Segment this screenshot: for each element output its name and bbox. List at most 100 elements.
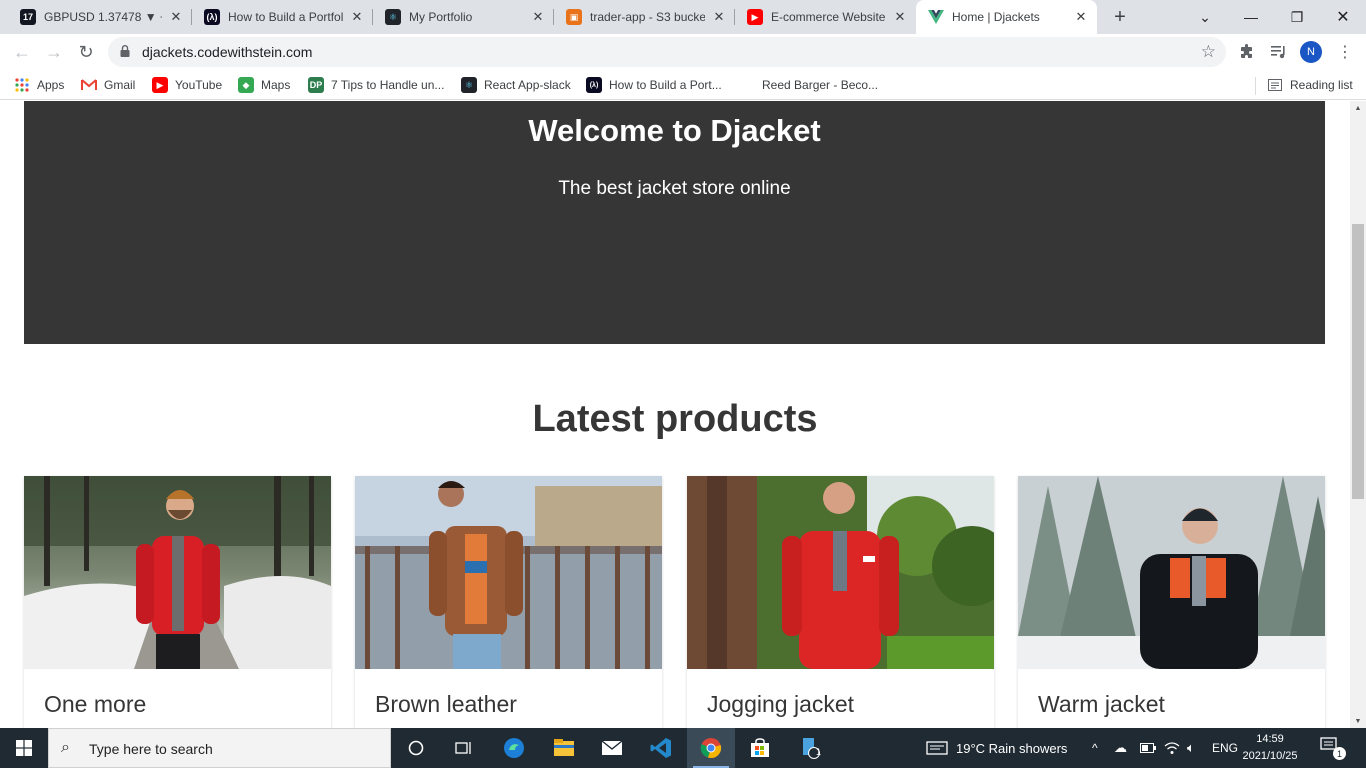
forward-button[interactable]: →	[40, 38, 68, 66]
aws-icon: ▣	[566, 9, 582, 25]
browser-toolbar: ← → ↻ djackets.codewithstein.com ☆ N ⋮	[0, 34, 1366, 70]
tab-title: My Portfolio	[409, 10, 473, 24]
bookmark-gmail[interactable]: Gmail	[81, 76, 135, 94]
app-badge: 1	[816, 747, 822, 757]
close-tab-icon[interactable]: ✕	[168, 9, 184, 25]
bookmark-youtube[interactable]: ▶ YouTube	[152, 76, 222, 94]
scroll-down-arrow-icon[interactable]: ▼	[1350, 714, 1366, 728]
weather-rain-icon	[926, 741, 948, 755]
close-tab-icon[interactable]: ✕	[1073, 9, 1089, 25]
system-clock[interactable]: 14:59 2021/10/25	[1234, 731, 1306, 765]
cortana-icon[interactable]	[392, 728, 440, 768]
product-name[interactable]: Brown leather	[375, 691, 517, 718]
back-button[interactable]: ←	[8, 38, 36, 66]
chrome-taskbar-icon[interactable]	[687, 728, 735, 768]
extensions-puzzle-icon[interactable]	[1236, 41, 1258, 63]
bookmarks-bar: Apps Gmail ▶ YouTube ◆ Maps DP 7 Tips to…	[0, 70, 1366, 100]
start-button[interactable]	[0, 728, 48, 768]
tab-djackets-active[interactable]: Home | Djackets ✕	[916, 0, 1097, 34]
show-hidden-icons-chevron-icon[interactable]: ^	[1092, 728, 1098, 768]
url-text: djackets.codewithstein.com	[142, 44, 313, 60]
new-tab-button[interactable]: +	[1108, 5, 1132, 29]
lock-icon	[120, 45, 130, 57]
hero-section: Welcome to Djacket The best jacket store…	[24, 101, 1325, 344]
tab-ecommerce-video[interactable]: ▶ E-commerce Website ✕	[735, 0, 916, 34]
battery-icon[interactable]	[1140, 728, 1156, 768]
volume-icon[interactable]: 🔈︎	[1187, 728, 1195, 768]
product-name[interactable]: Warm jacket	[1038, 691, 1165, 718]
close-tab-icon[interactable]: ✕	[892, 9, 908, 25]
bookmark-build-portfolio[interactable]: (λ) How to Build a Port...	[586, 76, 722, 94]
reading-list-button[interactable]: Reading list	[1267, 76, 1353, 94]
tab-title: GBPUSD 1.37478 ▼ −0.	[44, 10, 162, 24]
close-tab-icon[interactable]: ✕	[711, 9, 727, 25]
notification-count-badge: 1	[1333, 747, 1346, 760]
edge-browser-icon[interactable]	[490, 728, 538, 768]
bookmark-label: 7 Tips to Handle un...	[331, 78, 445, 92]
tab-my-portfolio[interactable]: ⚛ My Portfolio ✕	[373, 0, 554, 34]
bookmark-maps[interactable]: ◆ Maps	[238, 76, 290, 94]
action-center-icon[interactable]: 1	[1320, 737, 1346, 760]
apps-grid-icon	[14, 77, 30, 93]
maximize-button[interactable]: ❐	[1274, 0, 1320, 34]
reload-button[interactable]: ↻	[72, 38, 100, 66]
scroll-up-arrow-icon[interactable]: ▲	[1350, 101, 1366, 115]
bookmark-label: Reed Barger - Beco...	[762, 78, 879, 92]
weather-widget[interactable]: 19°C Rain showers	[926, 728, 1067, 768]
close-tab-icon[interactable]: ✕	[349, 9, 365, 25]
bookmark-react-app-slack[interactable]: ⚛ React App-slack	[461, 76, 571, 94]
mail-icon[interactable]	[588, 728, 636, 768]
scrollbar-thumb[interactable]	[1352, 224, 1364, 499]
task-view-icon[interactable]	[440, 728, 488, 768]
bookmark-label: Reading list	[1290, 78, 1353, 92]
product-name[interactable]: One more	[44, 691, 146, 718]
product-image[interactable]	[687, 476, 994, 669]
page-scrollbar[interactable]: ▲ ▼	[1350, 101, 1366, 728]
latest-products-title: Latest products	[532, 398, 818, 440]
browser-tab-strip: 17 GBPUSD 1.37478 ▼ −0. ✕ (λ) How to Bui…	[0, 0, 1366, 34]
gmail-icon	[81, 77, 97, 93]
tab-gbpusd[interactable]: 17 GBPUSD 1.37478 ▼ −0. ✕	[8, 0, 192, 34]
product-name[interactable]: Jogging jacket	[707, 691, 854, 718]
cloud-sync-icon[interactable]: ☁	[1114, 728, 1127, 768]
file-explorer-icon[interactable]	[540, 728, 588, 768]
search-icon: ⌕	[61, 739, 70, 756]
tradingview-icon: 17	[20, 9, 36, 25]
close-tab-icon[interactable]: ✕	[530, 9, 546, 25]
bookmarks-separator	[1255, 77, 1256, 95]
vscode-icon[interactable]	[637, 728, 685, 768]
bookmark-apps[interactable]: Apps	[14, 76, 64, 94]
tab-title: E-commerce Website	[771, 10, 886, 24]
bookmark-star-icon[interactable]: ☆	[1201, 42, 1216, 62]
product-card[interactable]: Warm jacket	[1018, 476, 1325, 728]
freecodecamp-icon: (λ)	[204, 9, 220, 25]
product-image[interactable]	[1018, 476, 1325, 669]
search-placeholder: Type here to search	[89, 741, 213, 757]
youtube-icon: ▶	[747, 9, 763, 25]
product-image[interactable]	[355, 476, 662, 669]
product-card[interactable]: Brown leather	[355, 476, 662, 728]
tab-s3-bucket[interactable]: ▣ trader-app - S3 bucke ✕	[554, 0, 735, 34]
bookmark-reed-barger[interactable]: Reed Barger - Beco...	[762, 76, 878, 94]
tab-portfolio-guide[interactable]: (λ) How to Build a Portfoli ✕	[192, 0, 373, 34]
microsoft-store-icon[interactable]	[736, 728, 784, 768]
address-bar[interactable]: djackets.codewithstein.com ☆	[108, 37, 1226, 67]
tab-title: How to Build a Portfoli	[228, 10, 343, 24]
chrome-menu-icon[interactable]: ⋮	[1334, 41, 1356, 63]
media-control-icon[interactable]	[1268, 41, 1290, 63]
notepad-icon[interactable]: 1	[786, 728, 834, 768]
close-window-button[interactable]: ✕	[1320, 0, 1366, 34]
product-card[interactable]: Jogging jacket	[687, 476, 994, 728]
profile-avatar[interactable]: N	[1300, 41, 1322, 63]
bookmark-7-tips[interactable]: DP 7 Tips to Handle un...	[308, 76, 444, 94]
tab-search-chevron-icon[interactable]: ⌄	[1182, 0, 1228, 34]
taskbar-search-box[interactable]: ⌕ Type here to search	[48, 728, 391, 768]
bookmark-label: YouTube	[175, 78, 223, 92]
clock-date: 2021/10/25	[1242, 750, 1298, 762]
minimize-button[interactable]: —	[1228, 0, 1274, 34]
wifi-icon[interactable]	[1164, 728, 1180, 768]
product-card[interactable]: One more	[24, 476, 331, 728]
page-viewport: Welcome to Djacket The best jacket store…	[0, 101, 1366, 728]
react-icon: ⚛	[385, 9, 401, 25]
product-image[interactable]	[24, 476, 331, 669]
